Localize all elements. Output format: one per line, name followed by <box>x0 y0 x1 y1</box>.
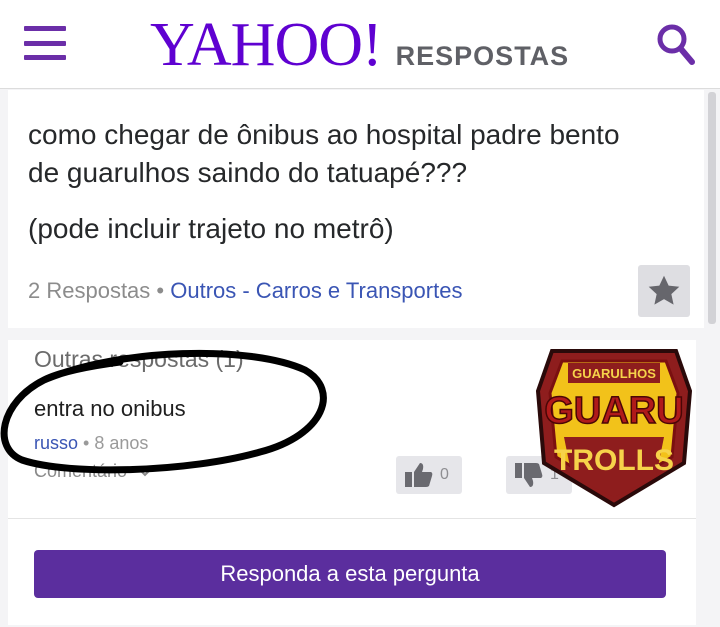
question-title: como chegar de ônibus ao hospital padre … <box>28 119 620 188</box>
yahoo-respostas-logo[interactable]: YAHOO! RESPOSTAS <box>150 12 569 78</box>
save-star-button[interactable] <box>638 265 690 317</box>
divider <box>8 518 696 519</box>
meta-separator: • <box>150 278 171 303</box>
upvote-count: 0 <box>440 466 449 483</box>
answer-username[interactable]: russo <box>34 433 78 453</box>
question-card: como chegar de ônibus ao hospital padre … <box>8 90 704 328</box>
svg-text:GUARULHOS: GUARULHOS <box>572 366 656 381</box>
top-bar: YAHOO! RESPOSTAS <box>0 0 720 89</box>
category-link[interactable]: Outros - Carros e Transportes <box>170 278 462 303</box>
scrollbar[interactable] <box>708 92 716 324</box>
chevron-down-icon <box>138 468 152 477</box>
comment-toggle[interactable]: Comentário <box>34 461 152 482</box>
comment-label: Comentário <box>34 461 128 481</box>
search-icon[interactable] <box>656 22 696 66</box>
question-details: (pode incluir trajeto no metrô) <box>28 213 394 244</box>
answer-question-button[interactable]: Responda a esta pergunta <box>34 550 666 598</box>
question-meta: 2 Respostas • Outros - Carros e Transpor… <box>28 278 462 304</box>
svg-text:GUARU: GUARU <box>544 390 683 432</box>
answers-count[interactable]: 2 Respostas <box>28 278 150 303</box>
menu-icon[interactable] <box>24 26 66 60</box>
guaru-trolls-badge: GUARULHOS GUARU TROLLS <box>535 349 693 508</box>
svg-text:TROLLS: TROLLS <box>554 444 674 477</box>
logo-section-label: RESPOSTAS <box>395 41 570 71</box>
logo-wordmark: YAHOO! <box>150 11 383 79</box>
answer-time: 8 anos <box>94 433 149 453</box>
other-answers-header: Outras respostas (1) <box>34 346 244 372</box>
answer-text: entra no onibus <box>34 396 186 421</box>
thumbs-up-button[interactable]: 0 <box>396 456 462 494</box>
answer-meta: russo • 8 anos <box>34 433 148 454</box>
star-icon <box>648 275 680 305</box>
meta-separator: • <box>78 433 95 453</box>
thumbs-up-icon <box>405 463 433 487</box>
